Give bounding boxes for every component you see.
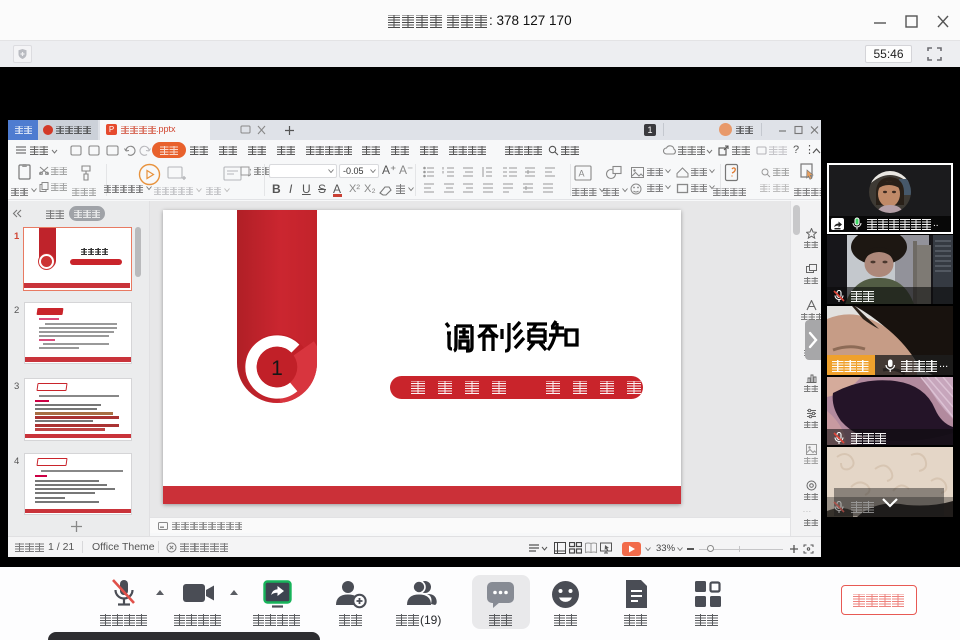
svg-text:A: A bbox=[579, 169, 585, 179]
svg-text:1: 1 bbox=[271, 357, 283, 380]
